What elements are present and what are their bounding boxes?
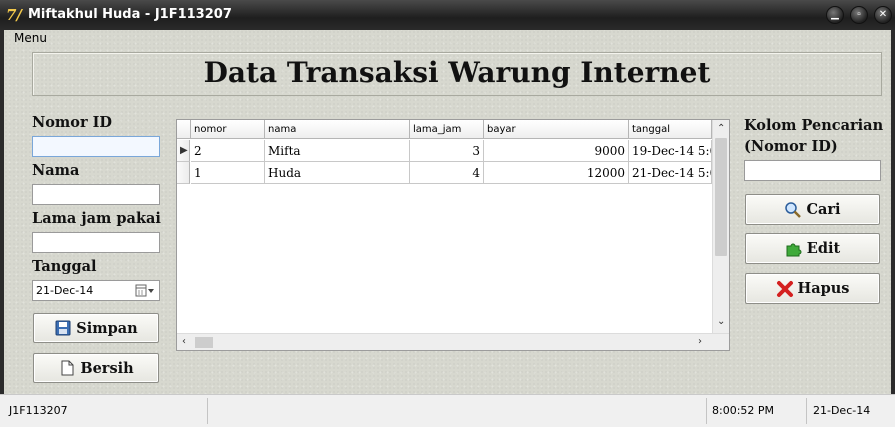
- table-cell[interactable]: 4: [410, 162, 484, 184]
- status-date: 21-Dec-14: [813, 404, 871, 417]
- header-panel: Data Transaksi Warung Internet: [32, 52, 882, 96]
- tanggal-value: 21-Dec-14: [36, 284, 94, 297]
- vertical-scroll-thumb[interactable]: [715, 138, 727, 256]
- pencarian-sublabel: (Nomor ID): [744, 138, 838, 155]
- grid-header: nomor nama lama_jam bayar tanggal: [177, 120, 712, 139]
- menu-item-menu[interactable]: Menu: [14, 31, 47, 45]
- minimize-icon: ▁: [831, 9, 839, 20]
- table-cell[interactable]: Mifta: [265, 140, 410, 162]
- nomor-id-field[interactable]: [32, 136, 160, 157]
- scroll-left-icon[interactable]: ‹: [182, 336, 186, 347]
- nomor-id-label: Nomor ID: [32, 114, 112, 131]
- search-icon: [785, 201, 802, 218]
- status-time: 8:00:52 PM: [712, 404, 775, 417]
- hapus-button[interactable]: Hapus: [745, 273, 880, 304]
- status-bar: J1F113207 8:00:52 PM 21-Dec-14: [0, 394, 895, 427]
- bersih-button[interactable]: Bersih: [33, 353, 159, 383]
- nama-field[interactable]: [32, 184, 160, 205]
- column-header-lama-jam[interactable]: lama_jam: [410, 120, 484, 139]
- status-divider: [706, 398, 707, 424]
- status-divider: [207, 398, 208, 424]
- search-field[interactable]: [744, 160, 881, 181]
- edit-label: Edit: [806, 240, 841, 257]
- column-header-nomor[interactable]: nomor: [191, 120, 265, 139]
- table-cell[interactable]: 2: [191, 140, 265, 162]
- table-cell[interactable]: 9000: [484, 140, 629, 162]
- puzzle-icon: [786, 243, 802, 256]
- table-cell[interactable]: 3: [410, 140, 484, 162]
- window-title: Miftakhul Huda - J1F113207: [28, 7, 232, 22]
- table-cell[interactable]: 12000: [484, 162, 629, 184]
- hapus-label: Hapus: [797, 280, 850, 297]
- minimize-button[interactable]: ▁: [826, 6, 844, 24]
- nomor-id-input[interactable]: [33, 137, 159, 156]
- vertical-scrollbar[interactable]: ⌃ ⌄: [712, 120, 729, 333]
- search-input[interactable]: [745, 161, 880, 180]
- column-header-tanggal[interactable]: tanggal: [629, 120, 712, 139]
- table-cell[interactable]: Huda: [265, 162, 410, 184]
- lama-jam-input[interactable]: [33, 233, 159, 252]
- row-selector[interactable]: [177, 162, 190, 184]
- current-row-arrow-icon: ▶: [180, 145, 188, 156]
- title-bar: 7/ Miftakhul Huda - J1F113207 ▁ ▫ ✕: [0, 0, 895, 30]
- column-header-nama[interactable]: nama: [265, 120, 410, 139]
- close-icon: ✕: [878, 9, 888, 20]
- maximize-button[interactable]: ▫: [850, 6, 868, 24]
- bersih-label: Bersih: [80, 359, 134, 377]
- cari-button[interactable]: Cari: [745, 194, 880, 225]
- table-cell[interactable]: 21-Dec-14 5:0: [629, 162, 712, 184]
- maximize-icon: ▫: [857, 9, 861, 20]
- table-cell[interactable]: 1: [191, 162, 265, 184]
- delete-x-icon: [776, 280, 793, 297]
- lama-jam-label: Lama jam pakai: [32, 210, 161, 227]
- new-document-icon: [61, 360, 74, 376]
- scroll-right-icon[interactable]: ›: [698, 336, 702, 347]
- scroll-up-icon[interactable]: ⌃: [717, 123, 725, 134]
- nama-input[interactable]: [33, 185, 159, 204]
- close-button[interactable]: ✕: [874, 6, 892, 24]
- table-cell[interactable]: 19-Dec-14 5:0: [629, 140, 712, 162]
- horizontal-scroll-thumb[interactable]: [195, 337, 213, 348]
- calendar-dropdown-icon[interactable]: [135, 284, 155, 298]
- edit-button[interactable]: Edit: [745, 233, 880, 264]
- horizontal-scrollbar[interactable]: ‹ ›: [177, 333, 729, 350]
- simpan-button[interactable]: Simpan: [33, 313, 159, 343]
- row-selector-current[interactable]: ▶: [177, 140, 190, 162]
- tanggal-date-picker[interactable]: 21-Dec-14: [32, 280, 160, 301]
- app-icon: 7/: [6, 6, 22, 24]
- page-title: Data Transaksi Warung Internet: [203, 56, 711, 89]
- scroll-down-icon[interactable]: ⌄: [717, 316, 725, 327]
- tanggal-label: Tanggal: [32, 258, 97, 275]
- save-icon: [55, 320, 71, 336]
- grid-corner: [177, 120, 191, 139]
- status-nim: J1F113207: [9, 404, 68, 417]
- simpan-label: Simpan: [76, 319, 138, 337]
- client-area: Menu Data Transaksi Warung Internet Nomo…: [4, 30, 891, 394]
- column-header-bayar[interactable]: bayar: [484, 120, 629, 139]
- cari-label: Cari: [806, 201, 841, 218]
- status-divider: [806, 398, 807, 424]
- lama-jam-field[interactable]: [32, 232, 160, 253]
- transaksi-data-grid[interactable]: nomor nama lama_jam bayar tanggal ▶ 2 Mi…: [176, 119, 730, 351]
- pencarian-label: Kolom Pencarian: [744, 117, 884, 134]
- nama-label: Nama: [32, 162, 80, 179]
